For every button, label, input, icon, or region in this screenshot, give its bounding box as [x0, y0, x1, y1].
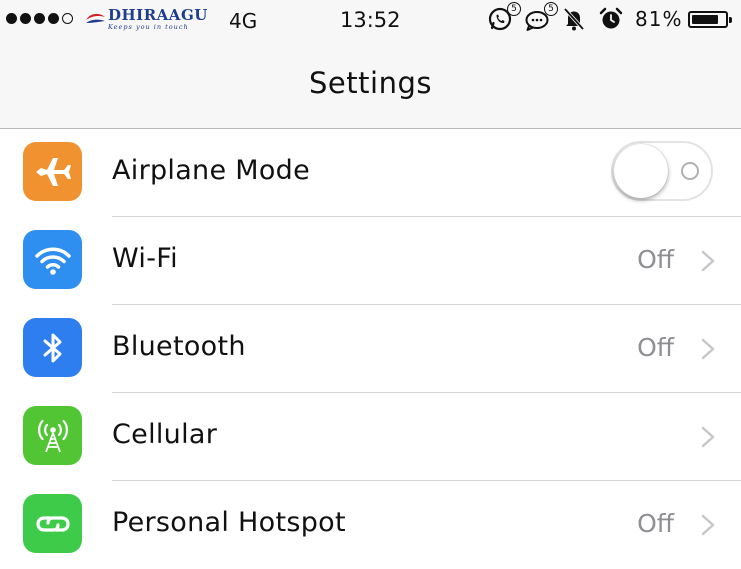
row-value: Off	[637, 333, 674, 362]
signal-dot	[48, 13, 59, 24]
signal-dot-empty	[62, 13, 73, 24]
settings-row-airplane-mode: Airplane Mode	[0, 129, 741, 217]
row-value: Off	[637, 509, 674, 538]
carrier-logo: DHIRAAGU Keeps you in touch	[84, 8, 208, 31]
settings-row-wifi[interactable]: Wi-Fi Off	[0, 217, 741, 305]
airplane-icon	[23, 142, 82, 201]
toggle-knob[interactable]	[614, 144, 668, 198]
row-label: Personal Hotspot	[112, 507, 346, 538]
messenger-badge: 5	[544, 2, 558, 16]
settings-list: Airplane Mode Wi-Fi Off Bluetooth Off Ce…	[0, 129, 741, 569]
row-label: Airplane Mode	[112, 155, 311, 186]
signal-strength	[6, 13, 73, 24]
navigation-bar: Settings	[0, 42, 741, 129]
page-title: Settings	[309, 66, 432, 100]
row-label: Wi-Fi	[112, 243, 178, 274]
hotspot-icon	[23, 494, 82, 553]
wifi-icon	[23, 230, 82, 289]
chat-icon: 5	[524, 2, 558, 32]
signal-dot	[20, 13, 31, 24]
chevron-right-icon	[701, 338, 715, 360]
status-bar: DHIRAAGU Keeps you in touch 4G 13:52 5 5	[0, 0, 741, 42]
bell-mute-icon	[561, 6, 587, 32]
battery-icon	[688, 10, 733, 28]
toggle-off-indicator	[681, 162, 699, 180]
signal-dot	[6, 13, 17, 24]
cellular-icon	[23, 406, 82, 465]
battery-percent: 81%	[635, 7, 683, 31]
whatsapp-icon: 5	[487, 2, 521, 32]
battery-level	[692, 14, 719, 24]
chevron-right-icon	[701, 514, 715, 536]
alarm-icon	[598, 6, 624, 32]
carrier-tagline: Keeps you in touch	[108, 23, 189, 31]
network-type: 4G	[229, 9, 258, 33]
chevron-right-icon	[701, 426, 715, 448]
whatsapp-badge: 5	[507, 2, 521, 16]
row-label: Cellular	[112, 419, 218, 450]
signal-dot	[34, 13, 45, 24]
settings-row-cellular[interactable]: Cellular	[0, 393, 741, 481]
settings-row-personal-hotspot[interactable]: Personal Hotspot Off	[0, 481, 741, 569]
status-icons: 5 5 81%	[487, 2, 733, 32]
airplane-mode-toggle[interactable]	[611, 141, 713, 201]
carrier-name: DHIRAAGU	[108, 6, 208, 24]
settings-row-bluetooth[interactable]: Bluetooth Off	[0, 305, 741, 393]
status-time: 13:52	[340, 8, 401, 32]
row-label: Bluetooth	[112, 331, 246, 362]
chevron-right-icon	[701, 250, 715, 272]
row-value: Off	[637, 245, 674, 274]
bluetooth-icon	[23, 318, 82, 377]
carrier-logo-icon	[86, 14, 105, 24]
